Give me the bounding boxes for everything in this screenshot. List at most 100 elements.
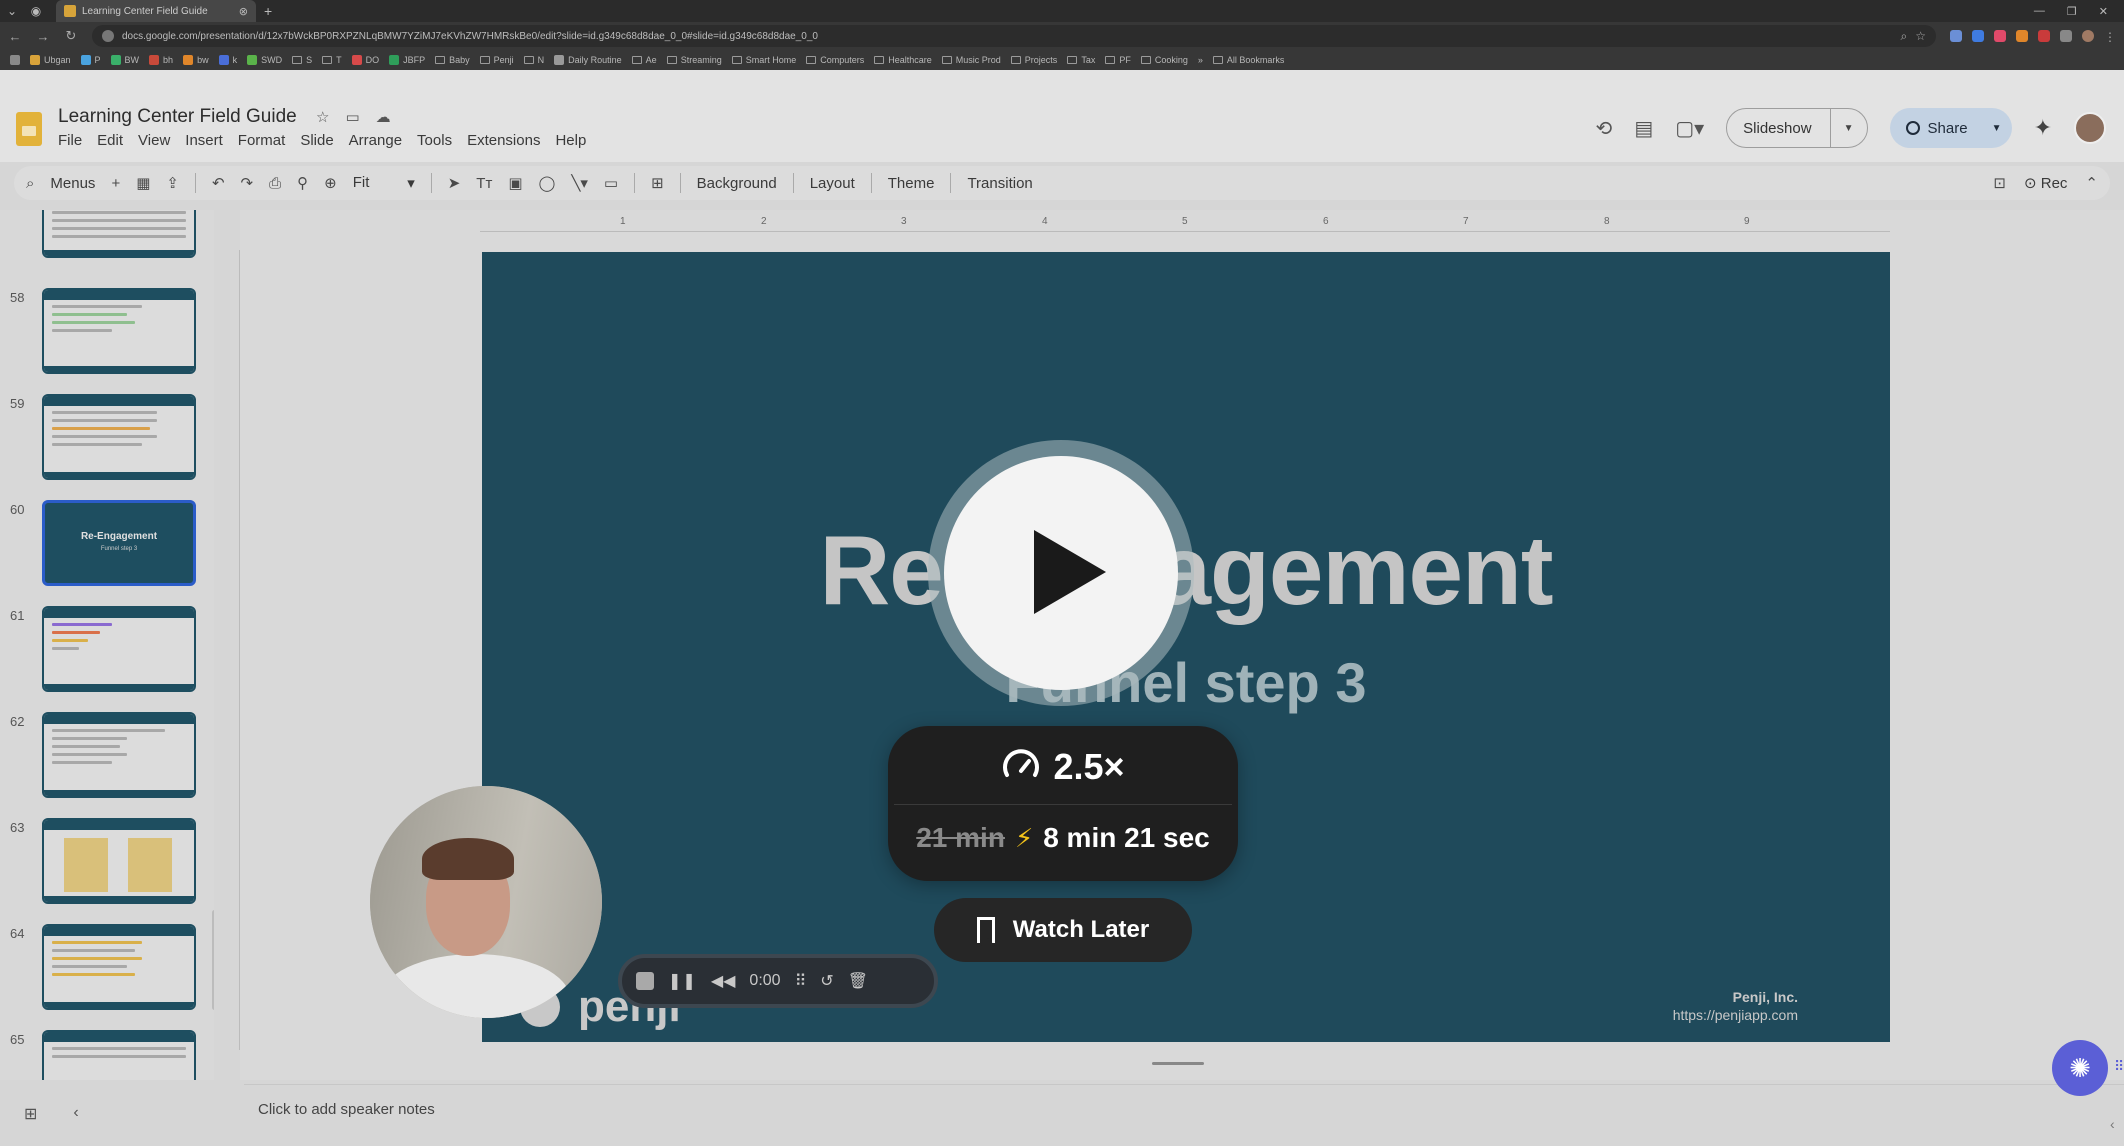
slide-thumbnail[interactable] xyxy=(42,1030,196,1080)
drag-handle-icon[interactable]: ⠿ xyxy=(795,971,807,991)
comment-add-icon[interactable]: ⊞ xyxy=(651,174,664,192)
meet-camera-icon[interactable]: ▢▾ xyxy=(1675,116,1704,141)
slide-thumbnail[interactable] xyxy=(42,924,196,1010)
play-button[interactable] xyxy=(944,456,1178,690)
print-icon[interactable]: ⎙ xyxy=(269,175,281,192)
import-icon[interactable]: ⇪ xyxy=(166,174,179,192)
side-panel-toggle-icon[interactable]: ‹ xyxy=(2110,1116,2115,1132)
menu-view[interactable]: View xyxy=(138,132,170,149)
webcam-bubble[interactable] xyxy=(370,786,602,1018)
watch-later-button[interactable]: Watch Later xyxy=(934,898,1192,962)
bookmark-item[interactable]: bw xyxy=(183,55,209,65)
notes-resize-handle[interactable] xyxy=(1152,1062,1204,1065)
trash-icon[interactable]: 🗑 xyxy=(848,971,868,991)
bookmark-folder[interactable]: Smart Home xyxy=(731,55,796,65)
menu-file[interactable]: File xyxy=(58,132,82,149)
stop-icon[interactable] xyxy=(636,972,654,990)
select-cursor-icon[interactable]: ➤ xyxy=(448,174,461,192)
address-bar[interactable]: docs.google.com/presentation/d/12x7bWckB… xyxy=(92,25,1936,47)
menus-search[interactable]: Menus xyxy=(50,175,95,192)
filmstrip-item[interactable]: 61 xyxy=(0,606,214,696)
text-box-icon[interactable]: Tт xyxy=(476,175,492,192)
transition-button[interactable]: Transition xyxy=(967,175,1032,192)
zoom-icon[interactable]: ⌕ xyxy=(1901,29,1908,44)
bookmark-folder[interactable]: Projects xyxy=(1010,55,1057,65)
filmstrip-item[interactable]: 59 xyxy=(0,394,214,484)
new-tab-icon[interactable]: + xyxy=(264,3,272,19)
extensions-puzzle-icon[interactable] xyxy=(2060,30,2072,42)
menu-arrange[interactable]: Arrange xyxy=(349,132,402,149)
filmstrip-item[interactable]: 58 xyxy=(0,288,214,378)
extension-icon[interactable] xyxy=(2038,30,2050,42)
bookmark-folder[interactable]: Healthcare xyxy=(874,55,932,65)
back-icon[interactable]: ← xyxy=(8,29,22,44)
extension-icon[interactable] xyxy=(1950,30,1962,42)
browser-tab[interactable]: Learning Center Field Guide ⊗ xyxy=(56,0,256,22)
menu-extensions[interactable]: Extensions xyxy=(467,132,540,149)
extension-icon[interactable] xyxy=(2016,30,2028,42)
menu-insert[interactable]: Insert xyxy=(185,132,223,149)
bookmark-folder[interactable]: PF xyxy=(1105,55,1131,65)
star-icon[interactable]: ☆ xyxy=(316,108,329,126)
bookmark-folder[interactable]: Music Prod xyxy=(941,55,1001,65)
menu-help[interactable]: Help xyxy=(555,132,586,149)
layout-picker-icon[interactable]: ▦ xyxy=(136,174,150,192)
slide-thumbnail[interactable] xyxy=(42,210,196,258)
profile-avatar-icon[interactable] xyxy=(2082,30,2094,42)
shape-icon[interactable]: ◯ xyxy=(539,174,556,192)
assistant-fab-icon[interactable]: ✺ xyxy=(2052,1040,2108,1096)
bookmark-folder[interactable]: Cooking xyxy=(1140,55,1188,65)
collapse-filmstrip-icon[interactable]: ‹ xyxy=(73,1104,78,1124)
version-history-icon[interactable]: ⟲ xyxy=(1596,116,1613,141)
move-folder-icon[interactable]: ▭ xyxy=(345,108,359,126)
filmstrip-item[interactable] xyxy=(0,210,214,262)
slides-logo-icon[interactable] xyxy=(16,112,42,146)
background-button[interactable]: Background xyxy=(697,175,777,192)
slide-thumbnail[interactable] xyxy=(42,394,196,480)
slide-thumbnail[interactable] xyxy=(42,288,196,374)
speaker-notes[interactable]: Click to add speaker notes xyxy=(244,1084,2124,1138)
slide-subtitle[interactable]: Funnel step 3 xyxy=(482,650,1890,715)
zoom-icon[interactable]: ⊕ xyxy=(324,174,337,192)
filmstrip-item[interactable]: 64 xyxy=(0,924,214,1014)
reload-icon[interactable]: ↻ xyxy=(64,28,78,44)
sparkle-icon[interactable]: ✦ xyxy=(2034,115,2052,141)
bookmark-item[interactable]: P xyxy=(80,55,101,65)
bookmark-folder[interactable]: Penji xyxy=(479,55,514,65)
line-icon[interactable]: ╲▾ xyxy=(571,174,588,192)
bookmark-folder[interactable]: Streaming xyxy=(666,55,722,65)
bookmark-folder[interactable]: N xyxy=(523,55,544,65)
layout-button[interactable]: Layout xyxy=(810,175,855,192)
all-bookmarks-folder[interactable]: All Bookmarks xyxy=(1212,55,1284,65)
restart-icon[interactable]: ↺ xyxy=(820,971,833,991)
redo-icon[interactable]: ↷ xyxy=(241,174,254,192)
tab-menu-icon[interactable]: ⌄ xyxy=(0,0,24,22)
extension-icon[interactable] xyxy=(1972,30,1984,42)
menu-slide[interactable]: Slide xyxy=(300,132,333,149)
menu-edit[interactable]: Edit xyxy=(97,132,123,149)
edge-grid-icon[interactable]: ⠿ xyxy=(2114,1058,2124,1075)
filmstrip-item[interactable]: 62 xyxy=(0,712,214,802)
cloud-status-icon[interactable]: ☁ xyxy=(376,108,391,126)
browser-menu-icon[interactable]: ⋮ xyxy=(2104,30,2116,44)
profile-dot-icon[interactable]: ◉ xyxy=(24,0,48,22)
apps-icon[interactable] xyxy=(10,55,20,65)
bookmark-item[interactable]: JBFP xyxy=(389,55,425,65)
filmstrip-item[interactable]: 65 xyxy=(0,1030,214,1080)
slide-thumbnail[interactable] xyxy=(42,818,196,904)
slideshow-dropdown-icon[interactable]: ▼ xyxy=(1831,123,1867,134)
new-slide-icon[interactable]: + xyxy=(111,175,120,192)
bookmark-item[interactable]: DO xyxy=(351,55,379,65)
share-dropdown-icon[interactable]: ▼ xyxy=(1982,123,2012,134)
pause-icon[interactable]: ❚❚ xyxy=(668,971,697,991)
grid-view-icon[interactable]: ⊞ xyxy=(24,1104,37,1124)
bookmark-item[interactable]: Daily Routine xyxy=(554,55,622,65)
minimize-icon[interactable]: — xyxy=(2034,5,2045,18)
close-window-icon[interactable]: ✕ xyxy=(2099,5,2108,18)
bookmark-folder[interactable]: Tax xyxy=(1067,55,1095,65)
restore-icon[interactable]: ❐ xyxy=(2067,5,2077,18)
menu-format[interactable]: Format xyxy=(238,132,286,149)
slideshow-label[interactable]: Slideshow xyxy=(1727,109,1831,147)
slide-thumbnail[interactable] xyxy=(42,606,196,692)
extension-icon[interactable] xyxy=(1994,30,2006,42)
